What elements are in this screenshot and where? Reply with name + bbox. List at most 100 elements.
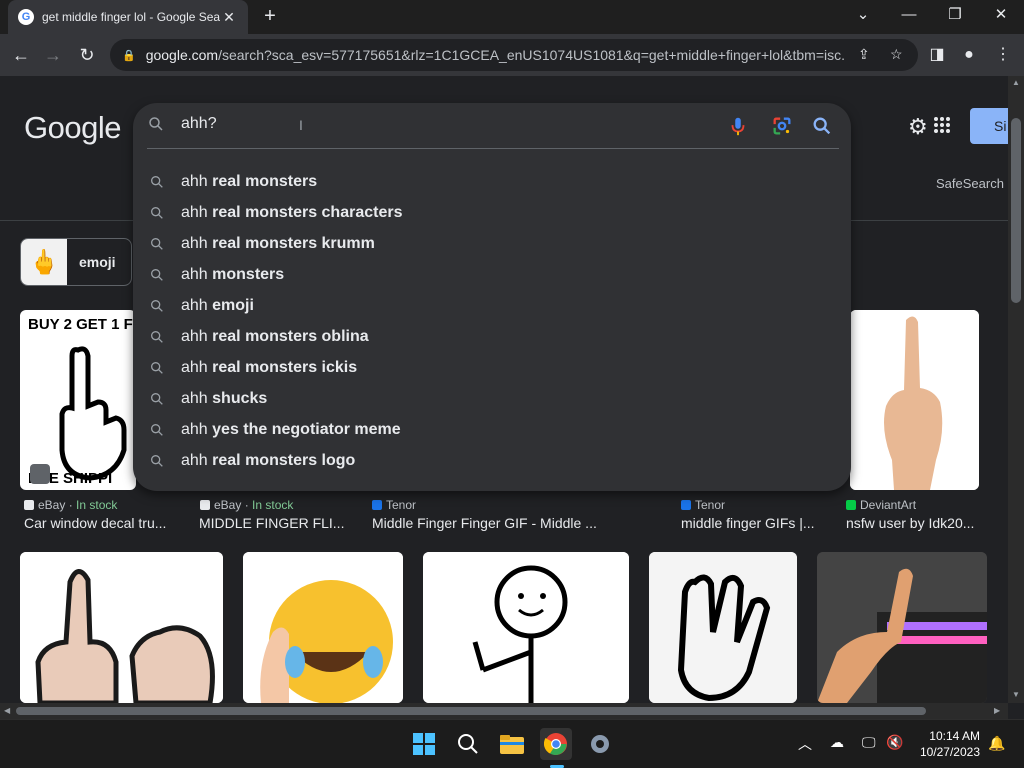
close-window-button[interactable]: ✕ <box>978 0 1024 34</box>
two-hands-drawing-icon <box>20 552 223 703</box>
suggestion-item[interactable]: ahh real monsters characters <box>133 197 851 228</box>
suggestion-item[interactable]: ahh yes the negotiator meme <box>133 414 851 445</box>
search-submit-icon[interactable] <box>811 115 833 137</box>
back-button[interactable]: ← <box>8 42 34 68</box>
result-image-1[interactable]: BUY 2 GET 1 F REE SHIPPI <box>20 310 136 490</box>
scroll-up-icon[interactable]: ▲ <box>1012 78 1020 87</box>
scroll-right-icon[interactable]: ▶ <box>994 706 1000 715</box>
hand-outline-icon <box>649 552 797 703</box>
windows-start-icon[interactable] <box>408 728 440 760</box>
result-image-9[interactable] <box>649 552 797 703</box>
suggestion-item[interactable]: ahh shucks <box>133 383 851 414</box>
suggestion-search-icon <box>151 299 163 312</box>
stick-figure-icon <box>423 552 629 703</box>
tab-search-icon[interactable]: ⌄ <box>840 0 886 34</box>
tray-overflow-chevron-icon[interactable]: ︿ <box>798 734 812 754</box>
microphone-icon[interactable] <box>727 115 749 137</box>
chip-label: emoji <box>79 254 116 270</box>
system-clock[interactable]: 10:14 AM 10/27/2023 <box>918 728 980 760</box>
suggestion-text: ahh emoji <box>181 296 254 314</box>
result-source-3[interactable]: Tenor <box>372 498 416 512</box>
search-input[interactable]: ahh? <box>181 115 217 133</box>
settings-taskbar-icon[interactable] <box>584 728 616 760</box>
google-apps-icon[interactable] <box>934 117 950 133</box>
safesearch-link[interactable]: SafeSearch <box>936 176 1004 191</box>
suggestion-item[interactable]: ahh real monsters logo <box>133 445 851 476</box>
settings-gear-icon[interactable]: ⚙ <box>908 114 928 140</box>
display-icon[interactable]: 🖵 <box>862 734 876 751</box>
search-results-page: Google ⚙ Si SafeSearch 🖕 emoji BUY 2 GET… <box>0 76 1008 703</box>
bookmark-star-icon[interactable]: ☆ <box>890 46 903 63</box>
tab-title: get middle finger lol - Google Search <box>42 10 220 24</box>
suggestion-item[interactable]: ahh real monsters <box>133 166 851 197</box>
vertical-scrollbar[interactable]: ▲ ▼ <box>1008 76 1024 703</box>
result-image-8[interactable] <box>423 552 629 703</box>
suggestion-search-icon <box>151 175 163 188</box>
tab-strip: G get middle finger lol - Google Search … <box>0 0 1024 34</box>
result-title-1[interactable]: Car window decal tru... <box>24 515 174 531</box>
horizontal-scroll-thumb[interactable] <box>16 707 926 715</box>
address-bar[interactable]: 🔒 google.com/search?sca_esv=577175651&rl… <box>110 39 918 71</box>
clock-time: 10:14 AM <box>929 729 980 743</box>
profile-icon[interactable]: ● <box>956 42 982 68</box>
sign-in-button[interactable]: Si <box>970 108 1008 144</box>
result-source-1[interactable]: eBay · In stock <box>24 498 117 512</box>
suggestion-search-icon <box>151 330 163 343</box>
lock-icon[interactable]: 🔒 <box>122 49 136 62</box>
hand-photo-icon <box>850 310 979 490</box>
suggestion-item[interactable]: ahh real monsters oblina <box>133 321 851 352</box>
suggestion-search-icon <box>151 392 163 405</box>
result-image-6[interactable] <box>20 552 223 703</box>
onedrive-cloud-icon[interactable]: ☁ <box>830 734 844 751</box>
keyboard-hand-photo-icon <box>817 552 987 703</box>
windows-taskbar: ︿ ☁ 🖵 🔇 10:14 AM 10/27/2023 🔔 <box>0 719 1024 768</box>
shopping-tag-icon <box>30 464 50 484</box>
taskbar-search-icon[interactable] <box>452 728 484 760</box>
suggestion-item[interactable]: ahh emoji <box>133 290 851 321</box>
suggestion-item[interactable]: ahh real monsters krumm <box>133 228 851 259</box>
share-icon[interactable]: ⇪ <box>858 46 870 63</box>
result-image-7[interactable] <box>243 552 403 703</box>
suggestion-text: ahh monsters <box>181 265 285 283</box>
result-image-5[interactable] <box>850 310 979 490</box>
horizontal-scrollbar[interactable]: ◀ ▶ <box>0 703 1008 719</box>
result-source-5[interactable]: DeviantArt <box>846 498 916 512</box>
scroll-left-icon[interactable]: ◀ <box>4 706 10 715</box>
menu-dots-icon[interactable]: ⋮ <box>990 42 1016 68</box>
browser-toolbar: ← → ↻ 🔒 google.com/search?sca_esv=577175… <box>0 34 1024 76</box>
suggestion-item[interactable]: ahh monsters <box>133 259 851 290</box>
scroll-down-icon[interactable]: ▼ <box>1012 690 1020 699</box>
middle-finger-outline-icon <box>59 346 127 481</box>
vertical-scroll-thumb[interactable] <box>1011 118 1021 303</box>
result-image-10[interactable] <box>817 552 987 703</box>
url-text[interactable]: google.com/search?sca_esv=577175651&rlz=… <box>146 47 846 63</box>
google-lens-icon[interactable] <box>771 115 793 137</box>
google-favicon-icon: G <box>18 9 34 25</box>
result-title-4[interactable]: middle finger GIFs |... <box>681 515 821 531</box>
notification-bell-icon[interactable]: 🔔 <box>988 735 1005 752</box>
result-source-4[interactable]: Tenor <box>681 498 725 512</box>
new-tab-button[interactable]: + <box>258 6 282 28</box>
volume-muted-icon[interactable]: 🔇 <box>886 734 903 751</box>
forward-button[interactable]: → <box>40 42 66 68</box>
minimize-button[interactable]: — <box>886 0 932 34</box>
restore-button[interactable]: ❐ <box>932 0 978 34</box>
suggestion-text: ahh real monsters ickis <box>181 358 358 376</box>
side-panel-icon[interactable]: ◨ <box>924 42 950 68</box>
suggestion-item[interactable]: ahh real monsters ickis <box>133 352 851 383</box>
result-title-5[interactable]: nsfw user by Idk20... <box>846 515 986 531</box>
filter-chip-emoji[interactable]: 🖕 emoji <box>20 238 132 286</box>
file-explorer-icon[interactable] <box>496 728 528 760</box>
result-source-2[interactable]: eBay · In stock <box>200 498 293 512</box>
chrome-taskbar-icon[interactable] <box>540 728 572 760</box>
close-tab-icon[interactable]: ✕ <box>220 9 238 26</box>
search-icon <box>149 117 163 131</box>
reload-button[interactable]: ↻ <box>74 42 100 68</box>
result-title-3[interactable]: Middle Finger Finger GIF - Middle ... <box>372 515 612 531</box>
suggestion-text: ahh real monsters krumm <box>181 234 375 252</box>
chip-thumbnail: 🖕 <box>21 239 67 285</box>
google-logo[interactable]: Google <box>24 110 121 146</box>
tab-active[interactable]: G get middle finger lol - Google Search … <box>8 0 248 34</box>
result-title-2[interactable]: MIDDLE FINGER FLI... <box>199 515 349 531</box>
suggestion-search-icon <box>151 206 163 219</box>
